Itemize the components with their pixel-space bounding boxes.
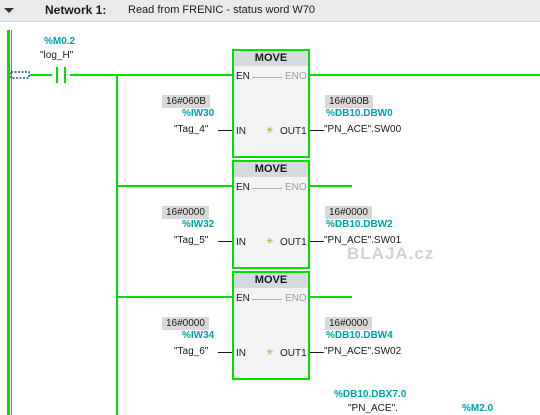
in-address: %IW30 <box>182 108 215 119</box>
move-block-3[interactable]: MOVE EN ENO IN ✳ OUT1 <box>232 271 310 380</box>
ecu-icon: ✳ <box>266 347 274 357</box>
in-address: %IW34 <box>182 330 215 341</box>
en-eno-line <box>252 188 282 189</box>
network-title: Network 1: <box>45 3 107 17</box>
power-flow-icon <box>10 71 30 79</box>
en-eno-line <box>252 299 282 300</box>
ecu-icon: ✳ <box>266 236 274 246</box>
power-rail <box>7 30 10 415</box>
in-pin: IN <box>236 126 246 137</box>
move-block-1[interactable]: MOVE EN ENO IN ✳ OUT1 <box>232 49 310 158</box>
out-value: 16#0000 <box>325 206 372 219</box>
contact-tag: "log_H" <box>40 50 74 61</box>
in-pin: IN <box>236 237 246 248</box>
move-block-2[interactable]: MOVE EN ENO IN ✳ OUT1 <box>232 160 310 269</box>
chevron-down-icon[interactable] <box>2 3 16 17</box>
network-header: Network 1: Read from FRENIC - status wor… <box>0 0 540 22</box>
ecu-icon: ✳ <box>266 125 274 135</box>
out-value: 16#060B <box>325 95 374 108</box>
in-wire-2 <box>218 241 232 242</box>
network-comment[interactable]: Read from FRENIC - status word W70 <box>128 4 315 16</box>
in-value: 16#0000 <box>162 317 209 330</box>
out-pin: OUT1 <box>280 348 307 359</box>
out-wire-2 <box>310 241 324 242</box>
wire-branch-3 <box>116 296 234 298</box>
en-eno-line <box>252 77 282 78</box>
eno-pin: ENO <box>285 293 307 304</box>
block-title: MOVE <box>234 273 308 288</box>
in-wire-3 <box>218 352 232 353</box>
eno-wire-1 <box>310 74 540 76</box>
bottom-tag: "PN_ACE". <box>348 403 398 414</box>
out-address: %DB10.DBW2 <box>326 219 393 230</box>
wire-branch-vertical <box>116 74 118 415</box>
in-tag: "Tag_6" <box>174 346 209 357</box>
in-wire-1 <box>218 130 232 131</box>
out-address: %DB10.DBW0 <box>326 108 393 119</box>
out-wire-1 <box>310 130 324 131</box>
power-rail-inner <box>11 30 12 415</box>
out-address: %DB10.DBW4 <box>326 330 393 341</box>
in-value: 16#060B <box>162 95 211 108</box>
in-address: %IW32 <box>182 219 215 230</box>
in-tag: "Tag_5" <box>174 235 209 246</box>
block-title: MOVE <box>234 162 308 177</box>
wire-main-1 <box>30 74 52 76</box>
watermark: BLAJA.cz <box>347 244 435 263</box>
en-pin: EN <box>236 182 250 193</box>
en-pin: EN <box>236 293 250 304</box>
eno-pin: ENO <box>285 71 307 82</box>
wire-branch-2 <box>116 185 234 187</box>
block-title: MOVE <box>234 51 308 66</box>
bottom-address-2: %M2.0 <box>462 403 494 414</box>
in-value: 16#0000 <box>162 206 209 219</box>
no-contact-icon[interactable] <box>52 66 70 84</box>
eno-wire-3 <box>310 296 352 298</box>
out-tag: "PN_ACE".SW00 <box>324 124 402 135</box>
en-pin: EN <box>236 71 250 82</box>
out-wire-3 <box>310 352 324 353</box>
eno-wire-2 <box>310 185 352 187</box>
in-pin: IN <box>236 348 246 359</box>
in-tag: "Tag_4" <box>174 124 209 135</box>
contact-address: %M0.2 <box>44 36 76 47</box>
out-pin: OUT1 <box>280 237 307 248</box>
bottom-address: %DB10.DBX7.0 <box>334 389 407 400</box>
wire-main-2 <box>70 74 234 76</box>
out-tag: "PN_ACE".SW02 <box>324 346 402 357</box>
eno-pin: ENO <box>285 182 307 193</box>
out-pin: OUT1 <box>280 126 307 137</box>
out-value: 16#0000 <box>325 317 372 330</box>
